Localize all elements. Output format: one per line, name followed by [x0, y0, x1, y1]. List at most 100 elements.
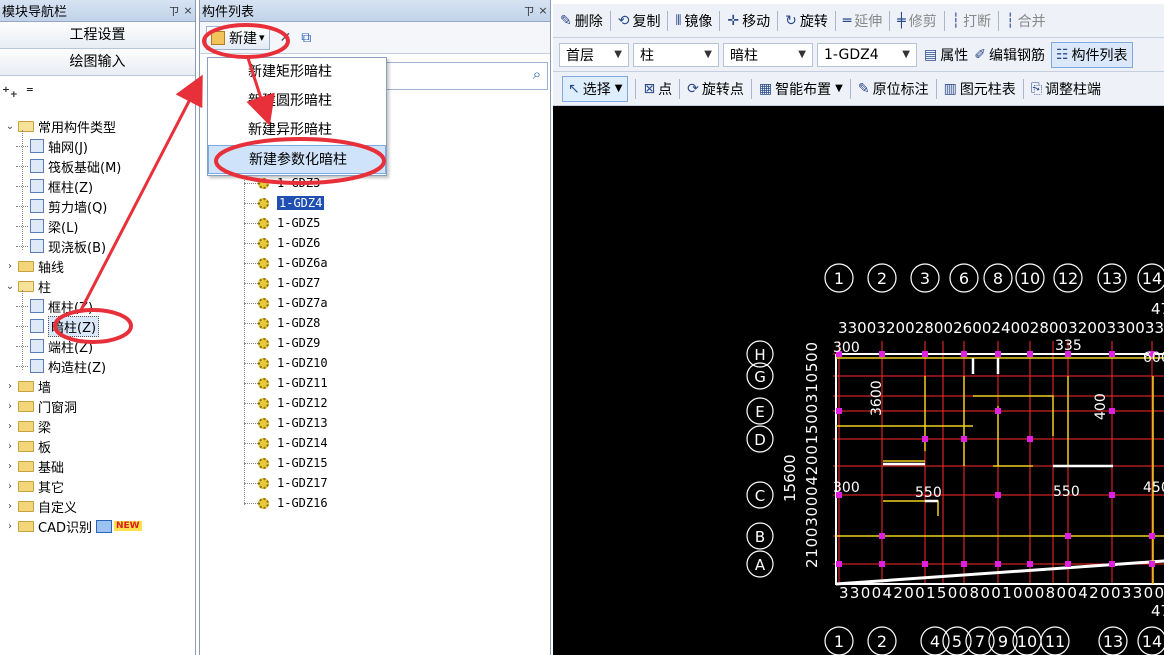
drawing-input-button[interactable]: 绘图输入: [0, 49, 195, 76]
dimension-text: 300: [833, 480, 860, 496]
project-settings-button[interactable]: 工程设置: [0, 22, 195, 49]
tree-item[interactable]: 现浇板(B): [16, 236, 106, 256]
chevron-down-icon[interactable]: ⌄: [4, 121, 16, 132]
list-item[interactable]: 1-GDZ3: [244, 173, 320, 193]
edit-tool-button[interactable]: ✛ 移动: [727, 11, 770, 31]
tree-label: 其它: [38, 480, 65, 496]
tree-item[interactable]: 梁(L): [16, 216, 78, 236]
placement-tool-button[interactable]: ✎ 原位标注: [858, 79, 929, 99]
properties-button[interactable]: ▤ 属性: [924, 45, 968, 65]
tree-folder[interactable]: › 门窗洞: [4, 396, 77, 416]
list-item[interactable]: 1-GDZ14: [244, 433, 328, 453]
edit-tool-button[interactable]: ═ 延伸: [843, 11, 882, 31]
list-item[interactable]: 1-GDZ17: [244, 473, 328, 493]
cad-canvas[interactable]: 123681012131412457910111314HGEDCBA472033…: [553, 106, 1164, 655]
tree-folder[interactable]: › 基础: [4, 456, 64, 476]
dropdown-item[interactable]: 新建参数化暗柱: [208, 145, 386, 174]
tree-folder[interactable]: ⌄ 柱: [4, 276, 51, 296]
toolbar-separator: [719, 10, 721, 31]
placement-tool-button[interactable]: ▥ 图元柱表: [944, 79, 1016, 99]
axis-label: H: [754, 346, 765, 364]
tree-folder[interactable]: ⌄ 常用构件类型: [4, 116, 116, 136]
edit-tool-button[interactable]: ↻ 旋转: [785, 11, 828, 31]
component-list-button[interactable]: ☷ 构件列表: [1050, 41, 1133, 68]
tree-folder[interactable]: › 其它: [4, 476, 64, 496]
chevron-right-icon[interactable]: ›: [4, 501, 16, 512]
edit-tool-button[interactable]: ✎ 删除: [560, 11, 603, 31]
column-marker: [995, 561, 1001, 567]
tree-item[interactable]: 筏板基础(M): [16, 156, 121, 176]
column-marker: [879, 351, 885, 357]
tree-folder[interactable]: › 梁: [4, 416, 51, 436]
search-input[interactable]: ⌕: [386, 62, 548, 90]
tree-folder[interactable]: › 板: [4, 436, 51, 456]
collapse-all-icon[interactable]: ⁼: [26, 83, 34, 101]
edit-tool-button[interactable]: ┆ 合并: [1006, 11, 1045, 31]
gear-icon: [258, 277, 269, 289]
tree-item[interactable]: 框柱(Z): [16, 296, 93, 316]
edit-rebar-button[interactable]: ✐ 编辑钢筋: [974, 45, 1045, 65]
dropdown-item[interactable]: 新建矩形暗柱: [208, 58, 386, 87]
list-item[interactable]: 1-GDZ7a: [244, 293, 328, 313]
placement-tool-button[interactable]: ↖ 选择 ▼: [562, 75, 629, 102]
pin-icon[interactable]: ㄗ: [522, 3, 536, 19]
pin-icon[interactable]: ㄗ: [167, 3, 181, 19]
list-item[interactable]: 1-GDZ11: [244, 373, 328, 393]
gear-icon: [258, 317, 269, 329]
delete-icon[interactable]: ✕: [280, 30, 292, 46]
category-select[interactable]: 柱 ▼: [633, 42, 719, 67]
chevron-right-icon[interactable]: ›: [4, 481, 16, 492]
dropdown-item[interactable]: 新建圆形暗柱: [208, 87, 386, 116]
placement-tool-button[interactable]: ⟳ 旋转点: [687, 79, 744, 99]
copy-icon[interactable]: ⧉: [301, 30, 311, 46]
floor-select[interactable]: 首层 ▼: [559, 42, 629, 67]
tree-item[interactable]: 构造柱(Z): [16, 356, 106, 376]
list-item[interactable]: 1-GDZ9: [244, 333, 320, 353]
tree-item[interactable]: 剪力墙(Q): [16, 196, 107, 216]
chevron-right-icon[interactable]: ›: [4, 401, 16, 412]
dropdown-item[interactable]: 新建异形暗柱: [208, 116, 386, 145]
chevron-right-icon[interactable]: ›: [4, 441, 16, 452]
placement-tool-button[interactable]: ⊠ 点: [643, 79, 672, 99]
type-select[interactable]: 暗柱 ▼: [723, 42, 813, 67]
tree-folder[interactable]: › 自定义: [4, 496, 77, 516]
placement-tool-button[interactable]: ▦ 智能布置 ▼: [759, 79, 843, 99]
list-item[interactable]: 1-GDZ4: [244, 193, 325, 213]
tree-item[interactable]: 轴网(J): [16, 136, 88, 156]
list-item[interactable]: 1-GDZ8: [244, 313, 320, 333]
new-component-button[interactable]: 新建 ▾: [206, 25, 270, 50]
chevron-right-icon[interactable]: ›: [4, 381, 16, 392]
list-item[interactable]: 1-GDZ5: [244, 213, 320, 233]
list-item[interactable]: 1-GDZ13: [244, 413, 328, 433]
edit-tool-button[interactable]: ⫴ 镜像: [675, 11, 712, 31]
chevron-right-icon[interactable]: ›: [4, 421, 16, 432]
tree-folder[interactable]: › 轴线: [4, 256, 64, 276]
chevron-right-icon[interactable]: ›: [4, 461, 16, 472]
tree-item[interactable]: 暗柱(Z): [16, 315, 100, 337]
list-item[interactable]: 1-GDZ12: [244, 393, 328, 413]
close-icon[interactable]: ×: [181, 4, 195, 17]
list-item[interactable]: 1-GDZ6: [244, 233, 320, 253]
chevron-down-icon: ▼: [798, 49, 806, 60]
edit-tool-button[interactable]: ⟲ 复制: [618, 11, 661, 31]
chevron-right-icon[interactable]: ›: [4, 261, 16, 272]
edit-tool-button[interactable]: ┆ 打断: [952, 11, 991, 31]
list-item[interactable]: 1-GDZ15: [244, 453, 328, 473]
list-item[interactable]: 1-GDZ6a: [244, 253, 328, 273]
chevron-right-icon[interactable]: ›: [4, 521, 16, 532]
list-item[interactable]: 1-GDZ7: [244, 273, 320, 293]
list-item[interactable]: 1-GDZ16: [244, 493, 328, 513]
tree-connector: [244, 242, 258, 244]
close-icon[interactable]: ×: [536, 4, 550, 17]
tree-item[interactable]: 框柱(Z): [16, 176, 93, 196]
tree-item[interactable]: 端柱(Z): [16, 336, 93, 356]
component-select[interactable]: 1-GDZ4 ▼: [817, 42, 917, 67]
tree-folder[interactable]: › CAD识别 NEW: [4, 516, 142, 536]
chevron-down-icon[interactable]: ⌄: [4, 281, 16, 292]
placement-tool-button[interactable]: ⎘ 调整柱端: [1031, 79, 1101, 99]
expand-all-icon[interactable]: ⁺₊: [2, 83, 18, 101]
edit-tool-button[interactable]: ╪ 修剪: [897, 11, 936, 31]
search-icon[interactable]: ⌕: [525, 65, 549, 87]
list-item[interactable]: 1-GDZ10: [244, 353, 328, 373]
tree-folder[interactable]: › 墙: [4, 376, 51, 396]
